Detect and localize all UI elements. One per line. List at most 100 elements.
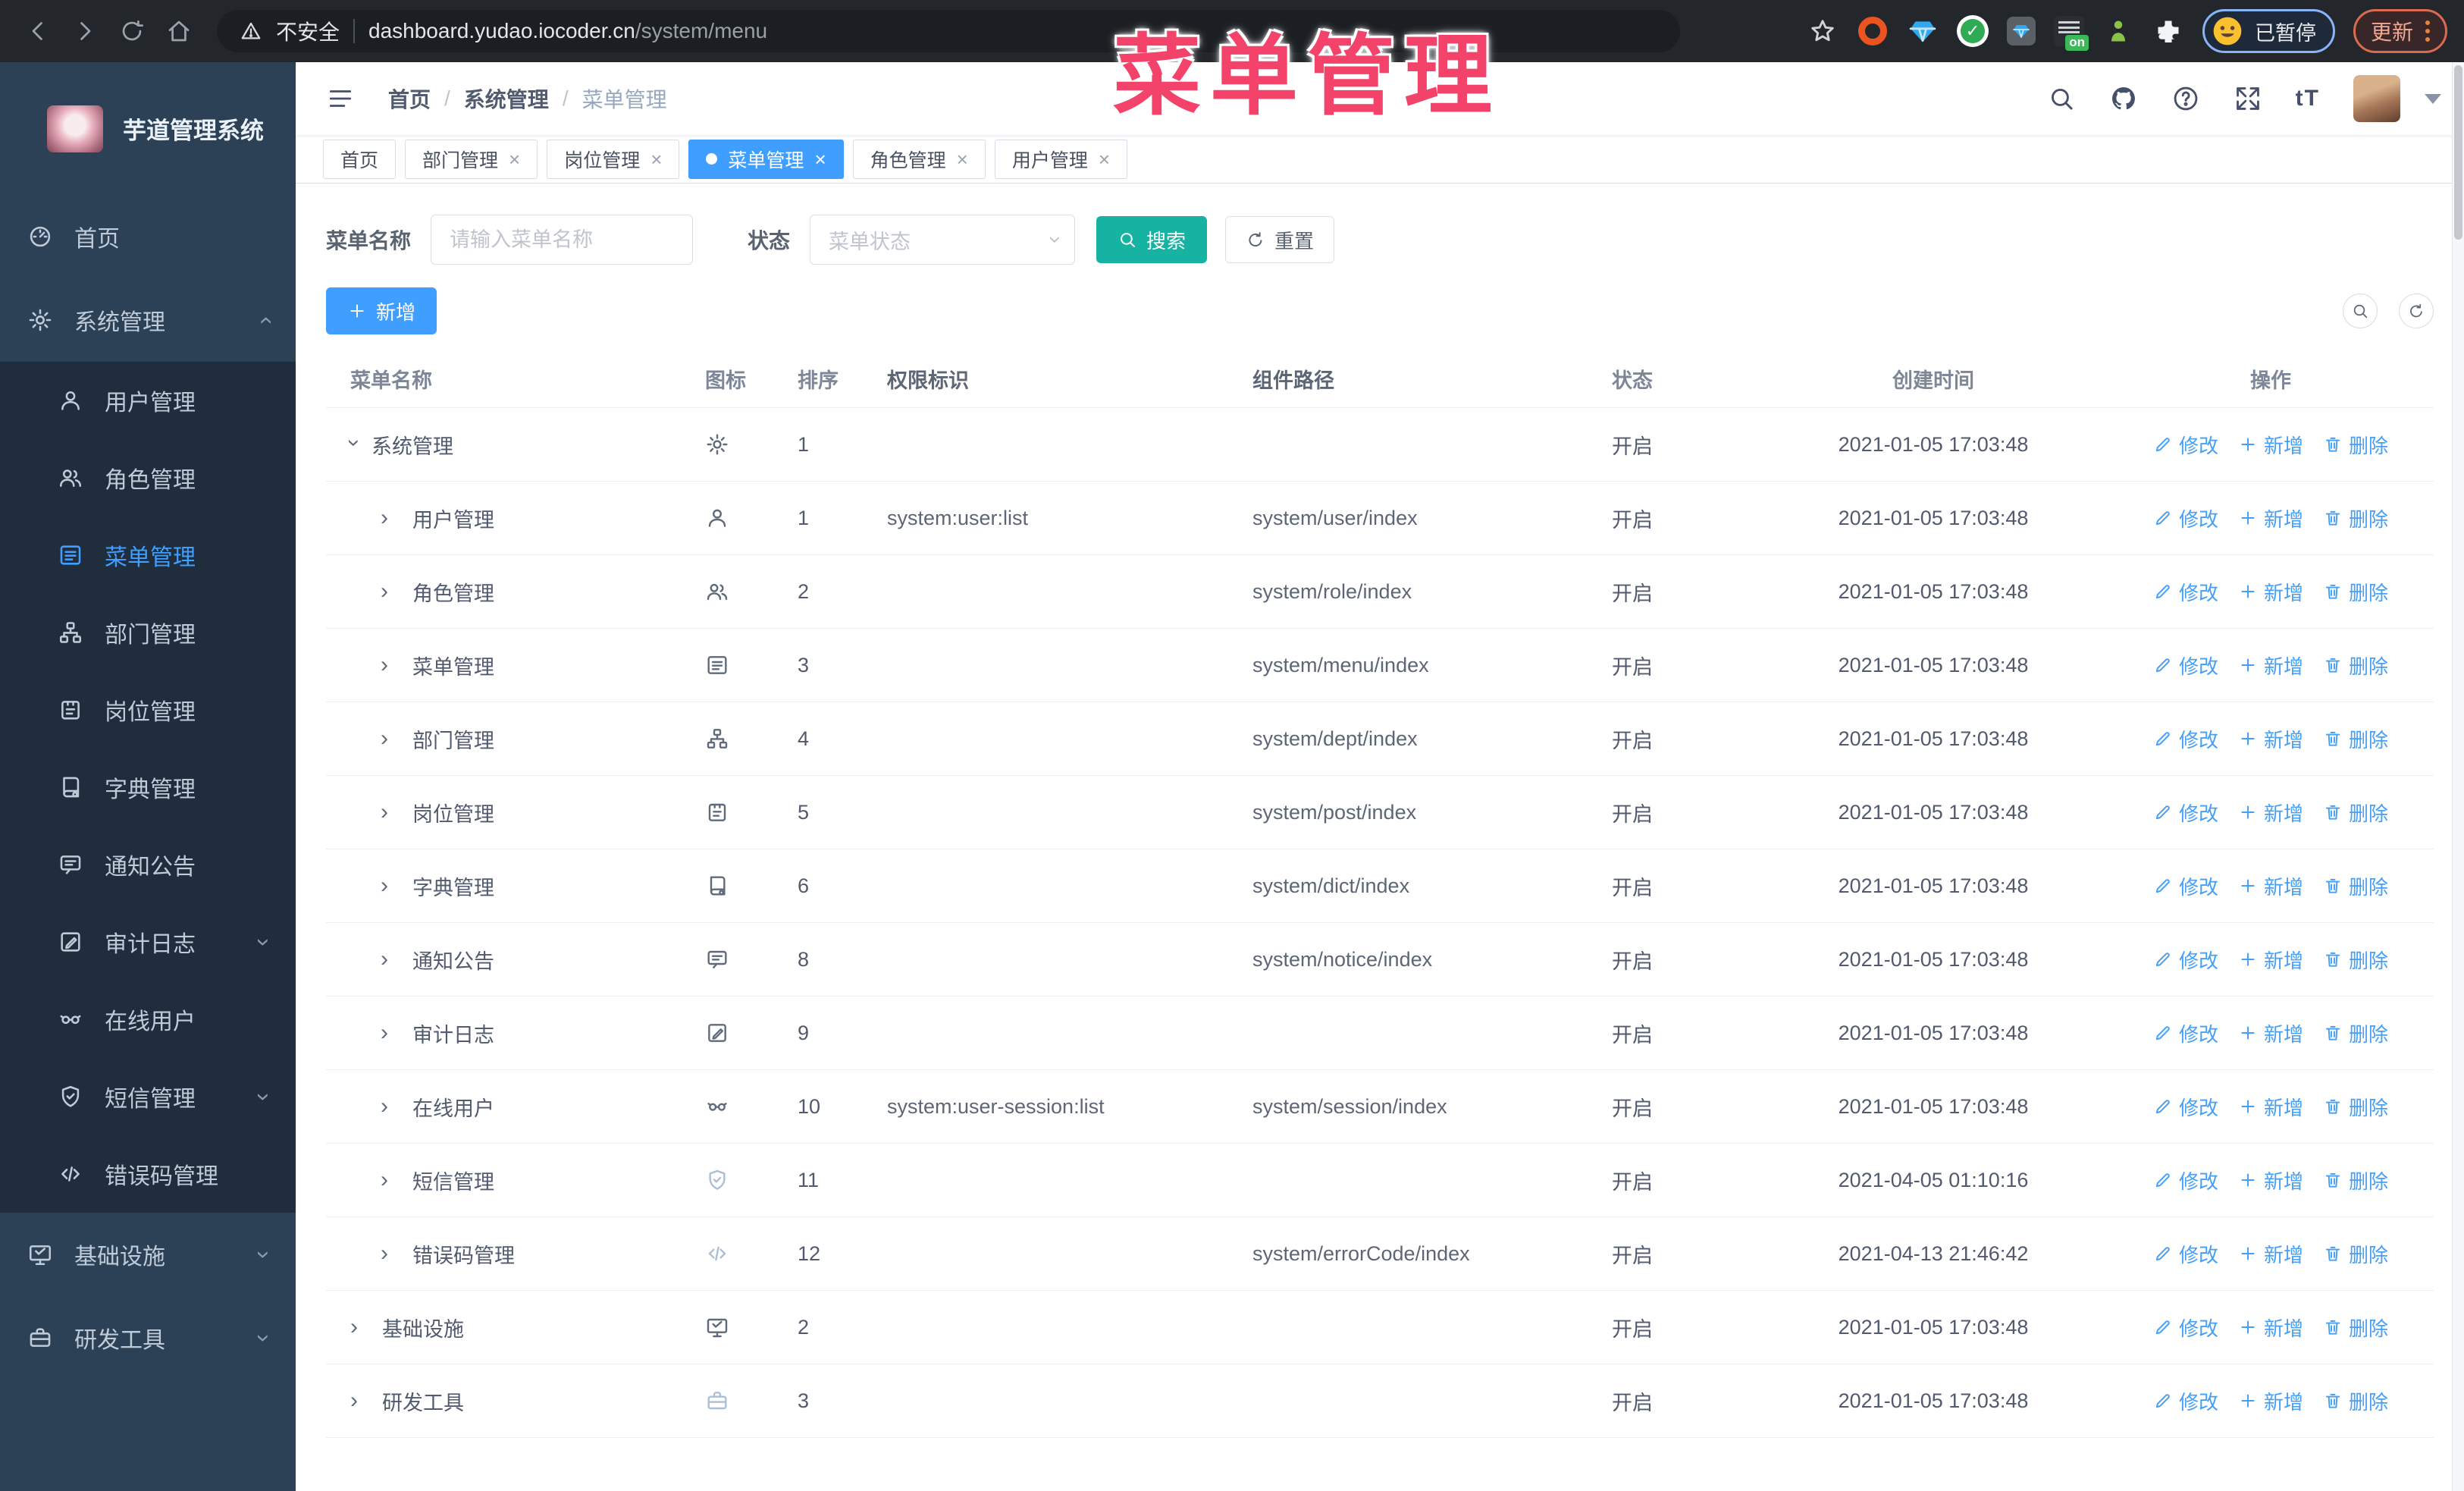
extension-icon-figure[interactable] <box>2102 15 2134 47</box>
update-button[interactable]: 更新 <box>2353 9 2447 53</box>
window-scrollbar[interactable] <box>2452 62 2464 1491</box>
expand-icon[interactable]: › <box>381 579 412 604</box>
breadcrumb-item[interactable]: 系统管理 <box>464 83 549 114</box>
tab-item[interactable]: 角色管理 × <box>852 139 986 179</box>
sidebar-item[interactable]: 用户管理 <box>0 362 296 439</box>
expand-icon[interactable]: › <box>341 439 367 447</box>
sidebar-toggle-icon[interactable] <box>326 84 355 113</box>
expand-icon[interactable]: › <box>381 505 412 531</box>
edit-action[interactable]: 修改 <box>2153 725 2218 753</box>
add-action[interactable]: 新增 <box>2238 1019 2303 1047</box>
add-action[interactable]: 新增 <box>2238 578 2303 606</box>
help-icon[interactable] <box>2171 84 2200 113</box>
edit-action[interactable]: 修改 <box>2153 1314 2218 1342</box>
browser-menu-icon[interactable] <box>2425 20 2430 42</box>
edit-action[interactable]: 修改 <box>2153 651 2218 680</box>
github-icon[interactable] <box>2109 84 2138 113</box>
extensions-puzzle-icon[interactable] <box>2152 15 2184 47</box>
extension-icon-gem[interactable] <box>1907 15 1939 47</box>
user-avatar[interactable] <box>2353 75 2400 122</box>
edit-action[interactable]: 修改 <box>2153 799 2218 827</box>
expand-icon[interactable]: › <box>381 1020 412 1046</box>
expand-icon[interactable]: › <box>381 1094 412 1119</box>
expand-icon[interactable]: › <box>381 873 412 899</box>
search-icon[interactable] <box>2047 84 2076 113</box>
add-action[interactable]: 新增 <box>2238 946 2303 974</box>
delete-action[interactable]: 删除 <box>2323 946 2388 974</box>
add-action[interactable]: 新增 <box>2238 725 2303 753</box>
expand-icon[interactable]: › <box>381 726 412 752</box>
refresh-table-button[interactable] <box>2399 293 2434 328</box>
edit-action[interactable]: 修改 <box>2153 872 2218 900</box>
expand-icon[interactable]: › <box>381 1167 412 1193</box>
delete-action[interactable]: 删除 <box>2323 1240 2388 1268</box>
font-size-icon[interactable]: tT <box>2296 86 2320 111</box>
sidebar-item[interactable]: 基础设施 › <box>0 1213 296 1296</box>
bookmark-star-icon[interactable] <box>1807 15 1839 47</box>
close-icon[interactable]: × <box>1099 149 1110 169</box>
app-logo[interactable]: 芋道管理系统 <box>0 62 296 195</box>
delete-action[interactable]: 删除 <box>2323 799 2388 827</box>
edit-action[interactable]: 修改 <box>2153 1019 2218 1047</box>
sidebar-item[interactable]: 字典管理 <box>0 749 296 826</box>
add-action[interactable]: 新增 <box>2238 1314 2303 1342</box>
extension-icon-grid[interactable] <box>2006 17 2036 46</box>
expand-icon[interactable]: › <box>350 1388 382 1414</box>
tab-item[interactable]: 用户管理 × <box>994 139 1128 179</box>
delete-action[interactable]: 删除 <box>2323 504 2388 532</box>
add-action[interactable]: 新增 <box>2238 799 2303 827</box>
delete-action[interactable]: 删除 <box>2323 1314 2388 1342</box>
menu-name-input[interactable] <box>431 215 694 265</box>
sidebar-item[interactable]: 通知公告 <box>0 826 296 903</box>
tab-item[interactable]: 部门管理 × <box>405 139 538 179</box>
show-search-button[interactable] <box>2343 293 2378 328</box>
edit-action[interactable]: 修改 <box>2153 431 2218 459</box>
expand-icon[interactable]: › <box>381 946 412 972</box>
breadcrumb-item[interactable]: 首页 <box>388 83 431 114</box>
close-icon[interactable]: × <box>650 149 662 169</box>
search-button[interactable]: 搜索 <box>1096 216 1208 263</box>
scrollbar-thumb[interactable] <box>2454 65 2462 240</box>
fullscreen-icon[interactable] <box>2234 84 2262 113</box>
expand-icon[interactable]: › <box>381 1241 412 1267</box>
delete-action[interactable]: 删除 <box>2323 578 2388 606</box>
sidebar-item[interactable]: 岗位管理 <box>0 671 296 749</box>
delete-action[interactable]: 删除 <box>2323 725 2388 753</box>
tab-item[interactable]: 菜单管理 × <box>688 139 844 179</box>
tab-item[interactable]: 首页 <box>323 139 397 179</box>
edit-action[interactable]: 修改 <box>2153 1387 2218 1415</box>
expand-icon[interactable]: › <box>381 652 412 678</box>
sidebar-item[interactable]: 角色管理 <box>0 439 296 516</box>
sidebar-item[interactable]: 研发工具 › <box>0 1296 296 1380</box>
delete-action[interactable]: 删除 <box>2323 1093 2388 1121</box>
close-icon[interactable]: × <box>814 149 826 169</box>
browser-profile-chip[interactable]: 已暂停 <box>2202 9 2335 53</box>
sidebar-item[interactable]: 部门管理 <box>0 594 296 671</box>
delete-action[interactable]: 删除 <box>2323 1019 2388 1047</box>
home-icon[interactable] <box>158 10 200 52</box>
status-select[interactable]: 菜单状态 › <box>810 215 1076 265</box>
add-action[interactable]: 新增 <box>2238 1166 2303 1194</box>
edit-action[interactable]: 修改 <box>2153 578 2218 606</box>
add-action[interactable]: 新增 <box>2238 651 2303 680</box>
reload-icon[interactable] <box>111 10 153 52</box>
forward-icon[interactable] <box>64 10 106 52</box>
edit-action[interactable]: 修改 <box>2153 1093 2218 1121</box>
sidebar-item[interactable]: 菜单管理 <box>0 516 296 594</box>
sidebar-item[interactable]: 错误码管理 <box>0 1135 296 1213</box>
sidebar-item[interactable]: 首页 <box>0 195 296 278</box>
edit-action[interactable]: 修改 <box>2153 1166 2218 1194</box>
reset-button[interactable]: 重置 <box>1225 216 1335 263</box>
edit-action[interactable]: 修改 <box>2153 504 2218 532</box>
add-action[interactable]: 新增 <box>2238 1387 2303 1415</box>
close-icon[interactable]: × <box>509 149 520 169</box>
sidebar-item[interactable]: 短信管理 › <box>0 1058 296 1135</box>
chevron-down-icon[interactable] <box>2425 93 2441 104</box>
add-action[interactable]: 新增 <box>2238 431 2303 459</box>
expand-icon[interactable]: › <box>350 1314 382 1340</box>
back-icon[interactable] <box>17 10 59 52</box>
extension-icon-orange[interactable] <box>1857 15 1889 47</box>
expand-icon[interactable]: › <box>381 799 412 825</box>
add-action[interactable]: 新增 <box>2238 872 2303 900</box>
delete-action[interactable]: 删除 <box>2323 1387 2388 1415</box>
